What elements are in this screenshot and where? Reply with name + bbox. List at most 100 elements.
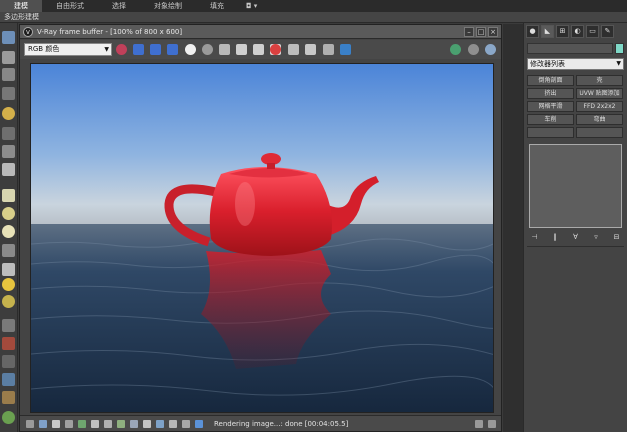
sun-tool-icon[interactable]	[2, 278, 15, 291]
stack-tools: ⊣ ‖ ∀ ▿ ⊟	[529, 232, 622, 242]
blue-channel-icon[interactable]	[167, 44, 178, 55]
test-res-icon[interactable]	[169, 420, 177, 428]
lathe-button[interactable]: 车削	[527, 114, 574, 125]
make-unique-icon[interactable]: ∀	[570, 233, 581, 241]
tab-modeling[interactable]: 建模	[0, 0, 42, 12]
torus-tool-icon[interactable]	[2, 244, 15, 257]
region-render-icon[interactable]	[288, 44, 299, 55]
light-tool-icon[interactable]	[2, 107, 15, 120]
link-tool-icon[interactable]	[2, 355, 15, 368]
mono-channel-icon[interactable]	[202, 44, 213, 55]
panel-expand-icon[interactable]	[488, 420, 496, 428]
stereo-icon[interactable]	[485, 44, 496, 55]
tab-selection[interactable]: 选择	[98, 0, 140, 12]
pin-stack-icon[interactable]: ⊣	[529, 233, 540, 241]
cylinder-tool-icon[interactable]	[2, 225, 15, 238]
track-mouse-icon[interactable]	[305, 44, 316, 55]
grid-tool-icon[interactable]	[2, 68, 15, 81]
motion-tab-icon[interactable]: ◐	[571, 25, 584, 38]
move-tool-icon[interactable]	[2, 127, 15, 140]
display-tab-icon[interactable]: ▭	[586, 25, 599, 38]
curves-icon[interactable]	[65, 420, 73, 428]
paint-tool-icon[interactable]	[2, 337, 15, 350]
lut-icon[interactable]	[26, 420, 34, 428]
vfb-title-bar[interactable]: v V-Ray frame buffer - [100% of 800 x 60…	[20, 25, 501, 39]
lens-effects-icon[interactable]	[450, 44, 461, 55]
vfb-status-bar: Rendering image...: done [00:04:05.5]	[20, 415, 501, 431]
material-tool-icon[interactable]	[2, 391, 15, 404]
follow-mouse-icon[interactable]	[182, 420, 190, 428]
tab-populate[interactable]: 填充	[196, 0, 238, 12]
uvw-map-add-button[interactable]: UVW 贴图添加	[576, 88, 623, 99]
create-tab-icon[interactable]: ●	[526, 25, 539, 38]
extrude-button[interactable]: 挤出	[527, 88, 574, 99]
load-icon[interactable]	[236, 44, 247, 55]
modifier-list-dropdown[interactable]: 修改器列表 ▼	[527, 58, 624, 70]
red-channel-icon[interactable]	[133, 44, 144, 55]
3dsmax-window: 建模 自由形式 选择 对象绘制 填充 ◘ ▾ 多边形建模 v V-Ray fra…	[0, 0, 627, 432]
render-log-icon[interactable]	[156, 420, 164, 428]
object-name-field[interactable]	[527, 43, 613, 54]
globe-tool-icon[interactable]	[2, 373, 15, 386]
cone-tool-icon[interactable]	[2, 263, 15, 276]
left-toolbar	[0, 23, 18, 432]
configure-sets-icon[interactable]: ⊟	[611, 233, 622, 241]
panel-toggle-icon[interactable]	[475, 420, 483, 428]
compare-icon[interactable]	[130, 420, 138, 428]
close-icon[interactable]: ×	[488, 27, 498, 37]
edit-tool-icon[interactable]	[2, 51, 15, 64]
box-tool-icon[interactable]	[2, 189, 15, 202]
history-icon[interactable]	[468, 44, 479, 55]
green-channel-icon[interactable]	[150, 44, 161, 55]
levels-icon[interactable]	[52, 420, 60, 428]
hsl-icon[interactable]	[91, 420, 99, 428]
scale-tool-icon[interactable]	[2, 163, 15, 176]
shell-button[interactable]: 壳	[576, 75, 623, 86]
select-tool-icon[interactable]	[2, 31, 15, 44]
ffd-button[interactable]: FFD 2x2x2	[576, 101, 623, 112]
object-color-swatch[interactable]	[615, 43, 624, 54]
hierarchy-tab-icon[interactable]: ⊞	[556, 25, 569, 38]
clear-icon[interactable]	[253, 44, 264, 55]
alpha-channel-icon[interactable]	[185, 44, 196, 55]
vfb-toolbar: RGB 颜色 ▼	[20, 40, 501, 59]
bevel-profile-button[interactable]: 倒角剖面	[527, 75, 574, 86]
list-tool-icon[interactable]	[2, 87, 15, 100]
geosphere-tool-icon[interactable]	[2, 295, 15, 308]
meshsmooth-button[interactable]: 网格平滑	[527, 101, 574, 112]
ocio-icon[interactable]	[117, 420, 125, 428]
rotate-tool-icon[interactable]	[2, 145, 15, 158]
color-correction-icon[interactable]	[340, 44, 351, 55]
show-end-result-icon[interactable]: ‖	[550, 233, 561, 241]
srgb-icon[interactable]	[104, 420, 112, 428]
utilities-tab-icon[interactable]: ✎	[601, 25, 614, 38]
polygon-modeling-label[interactable]: 多边形建模	[4, 12, 39, 23]
stop-render-icon[interactable]	[270, 44, 281, 55]
ribbon-tabs: 建模 自由形式 选择 对象绘制 填充 ◘ ▾	[0, 0, 627, 12]
remove-modifier-icon[interactable]: ▿	[591, 233, 602, 241]
exposure-icon[interactable]	[39, 420, 47, 428]
minimize-icon[interactable]: –	[464, 27, 474, 37]
heart-icon[interactable]	[116, 44, 127, 55]
ribbon-options-button[interactable]: ◘ ▾	[238, 2, 265, 10]
info-icon[interactable]	[195, 420, 203, 428]
empty-modifier-button-2[interactable]	[576, 127, 623, 138]
modify-tab-icon[interactable]: ◣	[541, 25, 554, 38]
modifier-stack[interactable]	[529, 144, 622, 228]
balance-icon[interactable]	[78, 420, 86, 428]
maximize-icon[interactable]: □	[476, 27, 486, 37]
vfb-title: V-Ray frame buffer - [100% of 800 x 600]	[37, 28, 183, 36]
save-icon[interactable]	[219, 44, 230, 55]
zoom-icon[interactable]	[323, 44, 334, 55]
tab-freeform[interactable]: 自由形式	[42, 0, 98, 12]
channel-select[interactable]: RGB 颜色 ▼	[24, 43, 112, 56]
render-tool-icon[interactable]	[2, 411, 15, 424]
tab-object-paint[interactable]: 对象绘制	[140, 0, 196, 12]
sphere-tool-icon[interactable]	[2, 207, 15, 220]
chevron-down-icon: ▼	[616, 60, 621, 67]
pixel-info-icon[interactable]	[143, 420, 151, 428]
empty-modifier-button-1[interactable]	[527, 127, 574, 138]
bend-button[interactable]: 弯曲	[576, 114, 623, 125]
pattern-tool-icon[interactable]	[2, 319, 15, 332]
teapot-on-ocean-render	[31, 64, 493, 412]
